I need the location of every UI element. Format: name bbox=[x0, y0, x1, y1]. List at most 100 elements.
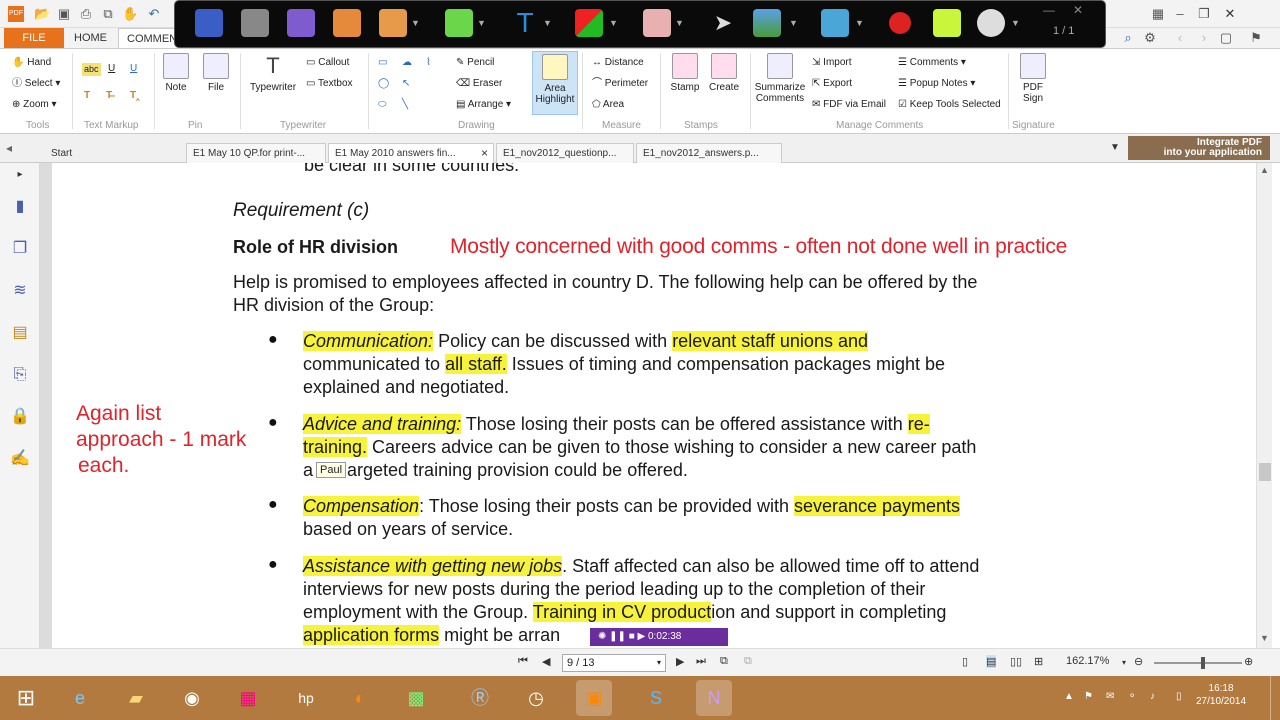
layers-icon[interactable]: ≋ bbox=[10, 281, 30, 301]
star-icon[interactable] bbox=[195, 9, 223, 37]
hand-icon[interactable]: ✋ bbox=[122, 6, 138, 22]
zoom-level[interactable]: 162.17% bbox=[1066, 655, 1109, 667]
camera-app-icon[interactable]: ◉ bbox=[174, 680, 210, 716]
tray-network-icon[interactable]: ⚬ bbox=[1128, 691, 1136, 702]
oval-tool[interactable]: ◯ bbox=[378, 77, 389, 90]
undo-icon[interactable]: ↶ bbox=[146, 6, 162, 22]
toolbar-minimize-icon[interactable]: — bbox=[1043, 3, 1055, 17]
replace-text-icon[interactable]: T̶ bbox=[106, 89, 112, 102]
chevron-down-icon[interactable]: ▼ bbox=[543, 18, 552, 28]
eraser-icon[interactable] bbox=[643, 9, 671, 37]
polygon-tool[interactable]: ⌇ bbox=[426, 56, 431, 69]
restore-icon[interactable]: ❐ bbox=[1196, 6, 1212, 22]
stamp-button[interactable]: Stamp bbox=[668, 53, 702, 93]
highlight[interactable]: application forms bbox=[303, 625, 440, 645]
gear-icon[interactable]: ⚙ bbox=[1142, 30, 1158, 46]
expand-icon[interactable]: ▢ bbox=[1218, 30, 1234, 46]
typewriter-button[interactable]: T Typewriter bbox=[246, 53, 300, 93]
minimize-icon[interactable]: – bbox=[1172, 6, 1188, 22]
highlight[interactable]: Compensation bbox=[303, 496, 420, 516]
next-page-icon[interactable]: ▶ bbox=[676, 655, 684, 668]
popup-notes-dropdown[interactable]: ☰ Popup Notes ▾ bbox=[898, 77, 975, 90]
single-page-icon[interactable]: ▯ bbox=[962, 655, 968, 668]
chevron-down-icon[interactable]: ▼ bbox=[675, 18, 684, 28]
chevron-down-icon[interactable]: ▾ bbox=[1122, 658, 1126, 667]
facing-page-icon[interactable]: ▯▯ bbox=[1010, 655, 1022, 668]
lock-icon[interactable]: 🔒 bbox=[10, 407, 30, 427]
file-button[interactable]: File bbox=[200, 53, 232, 93]
tray-volume-icon[interactable]: ♪ bbox=[1150, 691, 1155, 702]
zoom-in-icon[interactable]: ⊕ bbox=[1244, 655, 1253, 668]
highlight-text-button[interactable]: abc bbox=[82, 63, 101, 76]
pencil-icon[interactable] bbox=[379, 9, 407, 37]
page-number-input[interactable]: 9 / 13 ▾ bbox=[562, 654, 666, 672]
highlight[interactable]: Assistance with getting new jobs bbox=[303, 556, 563, 576]
signature-panel-icon[interactable]: ✍ bbox=[10, 449, 30, 469]
internet-explorer-icon[interactable]: e bbox=[62, 680, 98, 716]
select-tool[interactable]: Ⓘ Select ▾ bbox=[12, 77, 60, 90]
tabs-scroll-left-icon[interactable]: ◂ bbox=[6, 141, 12, 155]
last-page-icon[interactable]: ⏭ bbox=[696, 655, 706, 668]
highlight[interactable]: training. bbox=[303, 437, 368, 457]
chevron-down-icon[interactable]: ▼ bbox=[609, 18, 618, 28]
account-icon[interactable]: ⚑ bbox=[1248, 30, 1264, 46]
chevron-down-icon[interactable]: ▼ bbox=[477, 18, 486, 28]
area-highlight-button[interactable]: Area Highlight bbox=[532, 51, 578, 115]
paint-app-icon[interactable]: ▦ bbox=[230, 680, 266, 716]
page-view-icon[interactable]: ⧉ bbox=[744, 655, 752, 668]
tray-battery-icon[interactable]: ▯ bbox=[1176, 691, 1182, 702]
highlight[interactable]: Training in CV product bbox=[532, 602, 712, 622]
vertical-scrollbar[interactable]: ▲ ▼ bbox=[1256, 163, 1272, 648]
back-icon[interactable]: ‹ bbox=[1172, 30, 1188, 46]
highlight[interactable]: re- bbox=[907, 414, 930, 434]
zoom-slider[interactable] bbox=[1154, 657, 1242, 669]
shapes-icon[interactable] bbox=[575, 9, 603, 37]
page-view-icon[interactable]: ⧉ bbox=[720, 655, 728, 668]
firefox-icon[interactable]: ◐ bbox=[342, 680, 378, 716]
strikeout-icon[interactable]: T bbox=[84, 89, 90, 102]
system-clock[interactable]: 16:18 27/10/2014 bbox=[1196, 682, 1246, 708]
create-button[interactable]: Create bbox=[706, 53, 742, 93]
toolbar-close-icon[interactable]: ✕ bbox=[1073, 3, 1083, 17]
highlight[interactable]: Advice and training: bbox=[303, 414, 462, 434]
eraser-brush-icon[interactable] bbox=[287, 9, 315, 37]
excel-icon[interactable]: ▩ bbox=[398, 680, 434, 716]
hammer-icon[interactable] bbox=[821, 9, 849, 37]
integrate-pdf-banner[interactable]: Integrate PDF into your application bbox=[1128, 136, 1270, 160]
chevron-down-icon[interactable]: ▾ bbox=[657, 655, 661, 671]
bookmark-icon[interactable]: ▮ bbox=[10, 197, 30, 217]
continuous-facing-icon[interactable]: ⊞ bbox=[1034, 655, 1043, 668]
arrow-tool[interactable]: ↖ bbox=[402, 77, 410, 90]
note-button[interactable]: Note bbox=[160, 53, 192, 93]
hp-icon[interactable]: hp bbox=[288, 680, 324, 716]
first-page-icon[interactable]: ⏮ bbox=[518, 655, 528, 668]
qr-app-icon[interactable]: Ⓡ bbox=[462, 680, 498, 716]
rectangle-tool[interactable]: ▭ bbox=[378, 56, 387, 69]
underline-button[interactable]: U bbox=[108, 62, 115, 75]
open-icon[interactable]: 📂 bbox=[34, 6, 50, 22]
hand-point-icon[interactable] bbox=[333, 9, 361, 37]
pages-icon[interactable]: ❐ bbox=[10, 239, 30, 259]
tab-home[interactable]: HOME bbox=[66, 28, 115, 48]
tab-close-icon[interactable]: × bbox=[481, 144, 488, 163]
pdf-sign-button[interactable]: PDF Sign bbox=[1014, 53, 1052, 104]
zoom-out-icon[interactable]: ⊖ bbox=[1134, 655, 1143, 668]
chevron-down-icon[interactable]: ▼ bbox=[1011, 18, 1020, 28]
hand-tool[interactable]: ✋ Hand bbox=[12, 56, 51, 69]
side-note[interactable]: Again list approach - 1 mark each. bbox=[76, 401, 246, 479]
chevron-down-icon[interactable]: ▼ bbox=[411, 18, 420, 28]
summarize-comments-button[interactable]: Summarize Comments bbox=[754, 53, 806, 104]
area-button[interactable]: ⬠ Area bbox=[592, 98, 624, 111]
continuous-page-icon[interactable]: ▤ bbox=[986, 655, 997, 668]
tab-document[interactable]: E1_nov2012_questionp... bbox=[496, 143, 634, 163]
record-controls-icon[interactable]: ✺ ❚❚ ■ ▶ bbox=[598, 631, 648, 642]
print-icon[interactable]: ⎙ bbox=[78, 6, 94, 22]
expand-panel-icon[interactable]: ▸ bbox=[10, 165, 30, 185]
pdf-app-icon[interactable]: ▣ bbox=[576, 680, 612, 716]
background-image-icon[interactable] bbox=[753, 9, 781, 37]
windows-start-icon[interactable]: ⊞ bbox=[8, 680, 44, 716]
file-explorer-icon[interactable]: ▰ bbox=[118, 680, 154, 716]
distance-button[interactable]: ↔ Distance bbox=[592, 56, 644, 69]
arrange-button[interactable]: ▤ Arrange ▾ bbox=[456, 98, 511, 111]
window-close-icon[interactable]: ✕ bbox=[1222, 6, 1238, 22]
